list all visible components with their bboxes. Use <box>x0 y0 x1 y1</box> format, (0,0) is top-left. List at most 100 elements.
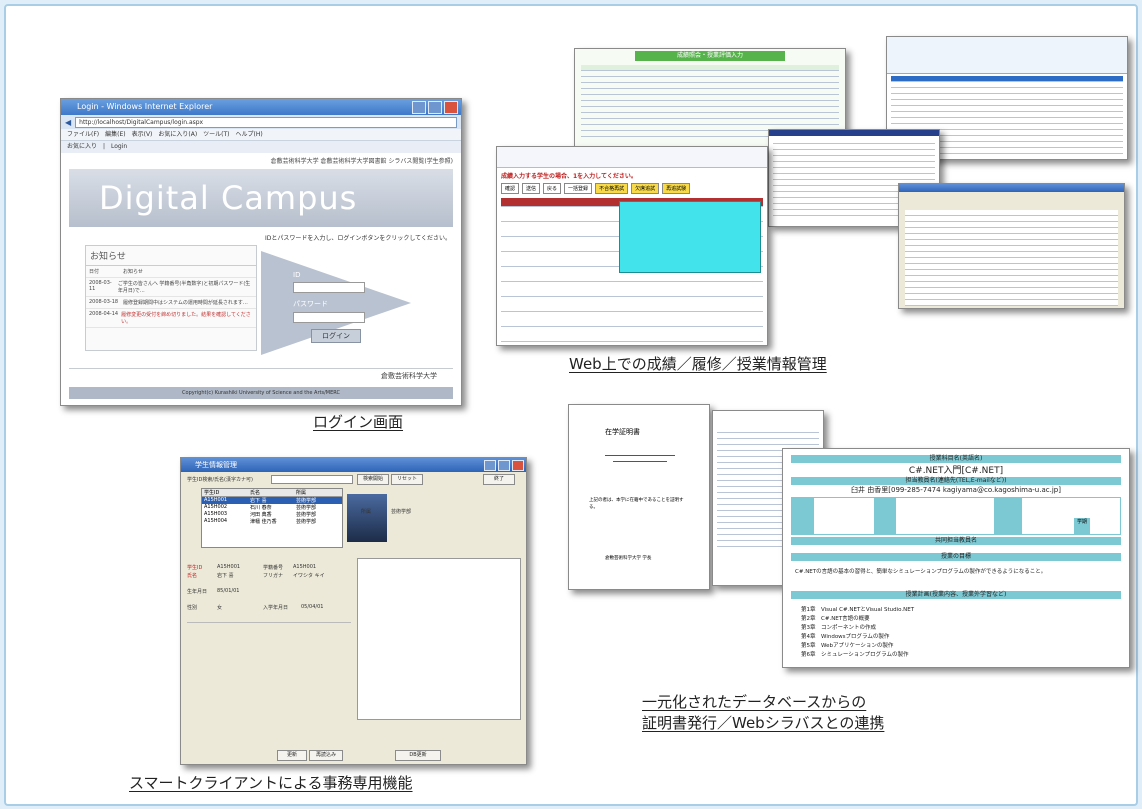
course-band: 授業科目名(英語名) <box>791 455 1121 463</box>
news-row: 2008-04-14 履修変更の受付を締め切りました。結果を確認してください。 <box>86 309 256 328</box>
minimize-icon[interactable] <box>484 460 496 471</box>
login-form: ID パスワード ログイン <box>293 271 365 343</box>
field-value: A15H001 <box>293 564 317 570</box>
teacher: 臼井 由香里[099-285-7474 kagiyama@co.kagoshim… <box>851 486 1061 494</box>
minimize-icon[interactable] <box>412 101 426 114</box>
doc-line <box>613 461 667 462</box>
close-icon[interactable] <box>512 460 524 471</box>
news-row: 2008-03-11 ご学生の皆さんへ 学籍番号(半角数字)と初期パスワード(生年… <box>86 278 256 297</box>
plan-item: 第1章 Visual C#.NETとVisual Studio.NET <box>801 607 915 613</box>
address-input[interactable]: http://localhost/DigitalCampus/login.asp… <box>75 116 457 128</box>
password-label: パスワード <box>293 300 328 308</box>
desktop-list-table <box>905 210 1118 306</box>
syllabus-document: 授業科目名(英語名) C#.NET入門[C#.NET] 担当教員名(連絡先(TE… <box>782 448 1130 668</box>
id-label: ID <box>293 271 301 279</box>
caption-web: Web上での成績／履修／授業情報管理 <box>569 355 827 373</box>
id-field[interactable] <box>293 282 365 293</box>
tab-absent[interactable]: 欠席追試 <box>631 183 660 194</box>
field-label: 氏名 <box>187 573 198 579</box>
tab-back[interactable]: 戻る <box>543 183 562 194</box>
field-value: 女 <box>217 605 223 611</box>
ie-address-bar: ◀ http://localhost/DigitalCampus/login.a… <box>61 115 461 129</box>
update-button[interactable]: 更新 <box>277 750 307 761</box>
close-icon[interactable] <box>444 101 458 114</box>
reload-button[interactable]: 再読込み <box>309 750 343 761</box>
close-button[interactable]: 終了 <box>483 474 515 485</box>
doc-line <box>605 455 675 456</box>
web-header-bar: 成績照会・授業評価入力 <box>635 51 785 61</box>
plan-item: 第4章 Windowsプログラムの製作 <box>801 634 890 640</box>
plan-item: 第2章 C#.NET言語の概要 <box>801 616 870 622</box>
search-input[interactable] <box>271 475 353 484</box>
ie-window-title: Login - Windows Internet Explorer <box>77 102 213 111</box>
term-row: 学期 <box>791 497 1121 535</box>
tab-send[interactable]: 送信 <box>522 183 541 194</box>
form-title-bar: 学生情報管理 <box>181 458 526 472</box>
form-body: 学生ID検索/氏名(漢字カナ可) 検索開始 リセット 終了 学生ID 氏名 所属 A… <box>181 472 526 764</box>
caption-smart-client: スマートクライアントによる事務専用機能 <box>129 774 413 792</box>
entry-note: 成績入力する学生の場合、1を入力してください。 <box>501 173 637 180</box>
login-page: 倉敷芸術科学大学 倉敷芸術科学大学図書館 シラバス閲覧(学生参照) Digita… <box>61 153 461 405</box>
tab-reexam[interactable]: 再追試験 <box>662 183 691 194</box>
back-icon[interactable]: ◀ <box>65 118 71 127</box>
list-item[interactable]: A15H002 石川 春奈 芸術学部 <box>202 504 342 511</box>
plan-item: 第3章 コンポーネントの作成 <box>801 625 877 631</box>
field-value: 85/01/01 <box>217 588 240 594</box>
maximize-icon[interactable] <box>428 101 442 114</box>
web-evaluation-sheet: 成績入力する学生の場合、1を入力してください。 確認 送信 戻る 一括登録 不合… <box>496 146 768 346</box>
detail-panel <box>357 558 521 720</box>
student-list: 学生ID 氏名 所属 A15H001 岩下 喜芸術学部 A15H002 石川 春奈 芸術学… <box>201 488 343 548</box>
maximize-icon[interactable] <box>498 460 510 471</box>
field-value: 岩下 喜 <box>217 573 234 579</box>
grade-table <box>581 65 839 137</box>
cyan-popup <box>619 201 761 273</box>
goal-text: C#.NETの言語の基本の習得と、簡単なシミュレーションプログラムの製作ができる… <box>795 569 1047 575</box>
caption-unified-1: 一元化されたデータベースからの <box>642 693 867 711</box>
field-value: 05/04/01 <box>301 604 324 610</box>
form-lower-fields <box>187 622 351 743</box>
form-title: 学生情報管理 <box>195 461 237 469</box>
news-panel: お知らせ 日付 お知らせ 2008-03-11 ご学生の皆さんへ 学籍番号(半角数字… <box>85 245 257 351</box>
tab-confirm[interactable]: 確認 <box>501 183 520 194</box>
search-button[interactable]: 検索開始 <box>357 474 389 485</box>
login-hint: IDとパスワードを入力し、ログインボタンをクリックしてください。 <box>264 235 451 242</box>
field-label: 学生ID <box>187 565 203 571</box>
field-label: 入学年月日 <box>263 605 289 611</box>
field-label: 生年月日 <box>187 589 208 595</box>
caption-unified-2: 証明書発行／Webシラバスとの連携 <box>642 714 885 732</box>
copyright: Copyright(c) Kurashiki University of Sci… <box>69 387 453 399</box>
field-label: 学籍番号 <box>263 565 284 571</box>
ie-title-bar: Login - Windows Internet Explorer <box>61 99 461 115</box>
reset-button[interactable]: リセット <box>391 474 423 485</box>
teacher-band: 担当教員名(連絡先(TEL,E-mailなど)) <box>791 477 1121 485</box>
top-links[interactable]: 倉敷芸術科学大学 倉敷芸術科学大学図書館 シラバス閲覧(学生参照) <box>61 153 461 168</box>
ie-menu-bar[interactable]: ファイル(F) 編集(E) 表示(V) お気に入り(A) ツール(T) ヘルプ(… <box>61 129 461 141</box>
list-item[interactable]: A15H004 津幡 佳乃香 芸術学部 <box>202 518 342 525</box>
field-value: A15H001 <box>217 564 241 570</box>
login-screenshot: Login - Windows Internet Explorer ◀ http… <box>60 98 462 406</box>
goal-band: 授業の目標 <box>791 553 1121 561</box>
password-field[interactable] <box>293 312 365 323</box>
web-tabs: 確認 送信 戻る 一括登録 不合格再試 欠席追試 再追試験 <box>497 183 767 194</box>
term-label: 学期 <box>1074 518 1090 534</box>
field-value: 芸術学部 <box>391 509 412 515</box>
field-value: イワシタ キイ <box>293 573 325 579</box>
field-label: フリガナ <box>263 573 284 579</box>
field-label: 所属 <box>361 509 372 515</box>
list-item[interactable]: A15H003 河田 典香 芸術学部 <box>202 511 342 518</box>
course-name: C#.NET入門[C#.NET] <box>908 466 1004 476</box>
field-label: 性別 <box>187 605 198 611</box>
list-item[interactable]: A15H001 岩下 喜芸術学部 <box>202 497 342 504</box>
tab-retest[interactable]: 不合格再試 <box>595 183 629 194</box>
digital-campus-banner: Digital Campus <box>69 169 453 227</box>
caption-login: ログイン画面 <box>313 413 404 431</box>
tab-bulk[interactable]: 一括登録 <box>564 183 593 194</box>
search-label: 学生ID検索/氏名(漢字カナ可) <box>187 477 253 483</box>
db-update-button[interactable]: DB更新 <box>395 750 441 761</box>
login-button[interactable]: ログイン <box>311 329 361 343</box>
slide-frame: Login - Windows Internet Explorer ◀ http… <box>4 4 1138 806</box>
plan-item: 第5章 Webアプリケーションの製作 <box>801 643 894 649</box>
student-photo <box>347 494 387 542</box>
plan-item: 第6章 シミュレーションプログラムの製作 <box>801 652 909 658</box>
footer-org: 倉敷芸術科学大学 <box>69 368 453 383</box>
